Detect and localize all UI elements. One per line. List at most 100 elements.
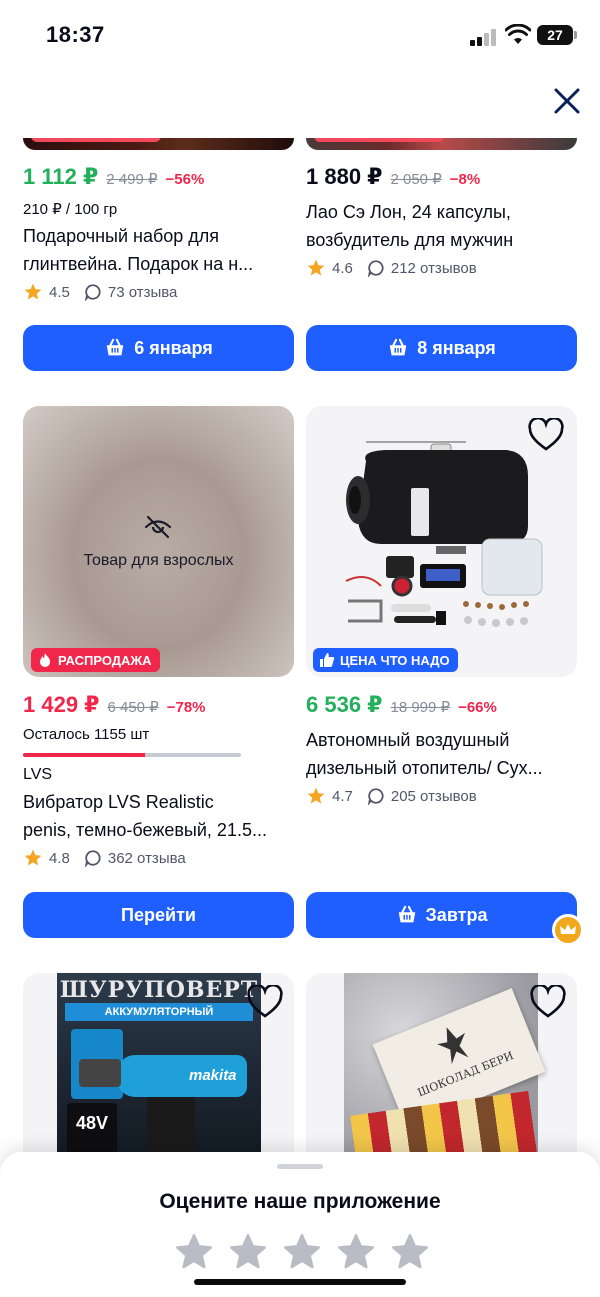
crown-icon xyxy=(552,914,584,946)
comment-icon xyxy=(367,788,384,805)
badge xyxy=(31,138,161,142)
delivery-button[interactable]: 8 января xyxy=(306,325,577,371)
old-price: 6 450 ₽ xyxy=(107,699,159,716)
rating-value: 4.5 xyxy=(49,283,70,301)
rating-row: 4.8 362 отзыва xyxy=(23,848,294,868)
product-image[interactable]: Товар для взрослых РАСПРОДАЖА xyxy=(23,406,294,677)
rating-value: 4.8 xyxy=(49,849,70,867)
thumbs-up-icon xyxy=(320,653,335,667)
heart-icon[interactable] xyxy=(530,985,566,1019)
product-price: 1 429 ₽ xyxy=(23,692,100,717)
home-indicator xyxy=(194,1279,406,1285)
unit-price: 210 ₽ / 100 гр xyxy=(23,201,118,218)
rate-app-title: Оцените наше приложение xyxy=(159,1190,441,1213)
basket-icon xyxy=(398,905,415,923)
comment-icon xyxy=(367,260,384,277)
product-card[interactable]: 6 536 ₽ 18 999 ₽ −66% Автономный воздушн… xyxy=(306,692,577,806)
price-row: 6 536 ₽ 18 999 ₽ −66% xyxy=(306,692,577,718)
price-row: 1 880 ₽ 2 050 ₽ −8% xyxy=(306,164,577,190)
old-price: 18 999 ₽ xyxy=(390,699,451,716)
product-price: 6 536 ₽ xyxy=(306,692,383,717)
old-price: 2 499 ₽ xyxy=(106,171,158,188)
go-button-label: Перейти xyxy=(121,904,196,925)
image-subtitle: АККУМУЛЯТОРНЫЙ xyxy=(65,1003,253,1021)
heart-icon[interactable] xyxy=(528,418,564,452)
product-title-line1: Подарочный набор для xyxy=(23,226,220,246)
product-card[interactable]: 1 429 ₽ 6 450 ₽ −78% Осталось 1155 шт xyxy=(23,692,294,743)
rate-app-sheet: Оцените наше приложение xyxy=(0,1152,600,1297)
sale-badge: РАСПРОДАЖА xyxy=(31,648,160,672)
eye-off-icon xyxy=(144,515,172,539)
rating-row: 4.6 212 отзывов xyxy=(306,258,577,278)
delivery-button-label: Завтра xyxy=(425,904,488,925)
image-brand: makita xyxy=(189,1067,237,1084)
product-image[interactable] xyxy=(23,138,294,150)
delivery-button[interactable]: 6 января xyxy=(23,325,294,371)
close-icon[interactable] xyxy=(550,84,584,118)
product-title-line2: возбудитель для мужчин xyxy=(306,230,514,250)
rating-star-icon[interactable] xyxy=(174,1232,214,1272)
badge-label: ЦЕНА ЧТО НАДО xyxy=(340,652,450,668)
product-card[interactable]: 1 880 ₽ 2 050 ₽ −8% Лао Сэ Лон, 24 капсу… xyxy=(306,164,577,278)
stock-progress-fill xyxy=(23,753,146,757)
comment-icon xyxy=(84,284,101,301)
product-title-line1: Вибратор LVS Realistic xyxy=(23,792,214,812)
status-bar: 18:37 27 xyxy=(0,0,600,70)
battery-icon: 27 xyxy=(537,25,577,45)
signal-icon xyxy=(470,28,500,46)
discount: −8% xyxy=(449,171,481,188)
product-title-line2: дизельный отопитель/ Сух... xyxy=(306,758,543,778)
product-price: 1 112 ₽ xyxy=(23,164,99,189)
delivery-button[interactable]: Завтра xyxy=(306,892,577,938)
product-image[interactable]: ШУРУПОВЕРТ АККУМУЛЯТОРНЫЙ makita 48V xyxy=(23,973,294,1173)
rating-value: 4.6 xyxy=(332,259,353,277)
drill-picture: ШУРУПОВЕРТ АККУМУЛЯТОРНЫЙ makita 48V xyxy=(57,973,261,1173)
rating-star-icon[interactable] xyxy=(336,1232,376,1272)
price-badge: ЦЕНА ЧТО НАДО xyxy=(313,648,458,672)
rating-star-icon[interactable] xyxy=(228,1232,268,1272)
drill-chuck xyxy=(79,1059,121,1087)
price-row: 1 112 ₽ 2 499 ₽ −56% xyxy=(23,164,294,190)
old-price: 2 050 ₽ xyxy=(390,171,442,188)
rating-row: 4.5 73 отзыва xyxy=(23,282,294,302)
image-volt: 48V xyxy=(75,1113,109,1133)
rating-value: 4.7 xyxy=(332,787,353,805)
rating-stars xyxy=(174,1232,430,1272)
star-icon xyxy=(307,787,325,804)
reviews-count: 73 отзыва xyxy=(107,283,178,301)
star-icon xyxy=(24,849,42,866)
delivery-button-label: 6 января xyxy=(134,337,213,358)
image-title: ШУРУПОВЕРТ xyxy=(59,977,259,1003)
go-button[interactable]: Перейти xyxy=(23,892,294,938)
badge-label: РАСПРОДАЖА xyxy=(58,652,152,668)
rating-star-icon[interactable] xyxy=(390,1232,430,1272)
price-row: 1 429 ₽ 6 450 ₽ −78% xyxy=(23,692,294,718)
product-image[interactable] xyxy=(306,138,577,150)
stock-progress xyxy=(23,753,241,757)
comment-icon xyxy=(84,850,101,867)
delivery-button-label: 8 января xyxy=(417,337,496,358)
product-title-line2: глинтвейна. Подарок на н... xyxy=(23,254,254,274)
product-title-line2: penis, темно-бежевый, 21.5... xyxy=(23,820,267,840)
reviews-count: 205 отзывов xyxy=(390,787,477,805)
discount: −78% xyxy=(166,699,206,716)
sheet-grabber[interactable] xyxy=(277,1164,323,1169)
product-image[interactable]: ШОКОЛАД БЕРИ xyxy=(306,973,577,1173)
stock-left: Осталось 1155 шт xyxy=(23,726,150,743)
chocolate-picture: ШОКОЛАД БЕРИ xyxy=(344,973,546,1173)
reviews-count: 212 отзывов xyxy=(390,259,477,277)
product-title-line1: Автономный воздушный xyxy=(306,730,510,750)
fire-icon xyxy=(40,653,50,667)
rating-row: 4.7 205 отзывов xyxy=(306,786,577,806)
rating-star-icon[interactable] xyxy=(282,1232,322,1272)
product-card[interactable]: 1 112 ₽ 2 499 ₽ −56% 210 ₽ / 100 гр Пода… xyxy=(23,164,294,302)
product-info[interactable]: LVS Вибратор LVS Realistic penis, темно-… xyxy=(23,766,294,868)
product-image[interactable]: ЦЕНА ЧТО НАДО xyxy=(306,406,577,677)
adult-warning: Товар для взрослых xyxy=(83,552,234,569)
status-time: 18:37 xyxy=(46,22,105,47)
product-price: 1 880 ₽ xyxy=(306,164,383,189)
star-icon xyxy=(24,283,42,300)
product-title-line1: Лао Сэ Лон, 24 капсулы, xyxy=(306,202,511,222)
heart-icon[interactable] xyxy=(247,985,283,1019)
discount: −56% xyxy=(165,171,205,188)
